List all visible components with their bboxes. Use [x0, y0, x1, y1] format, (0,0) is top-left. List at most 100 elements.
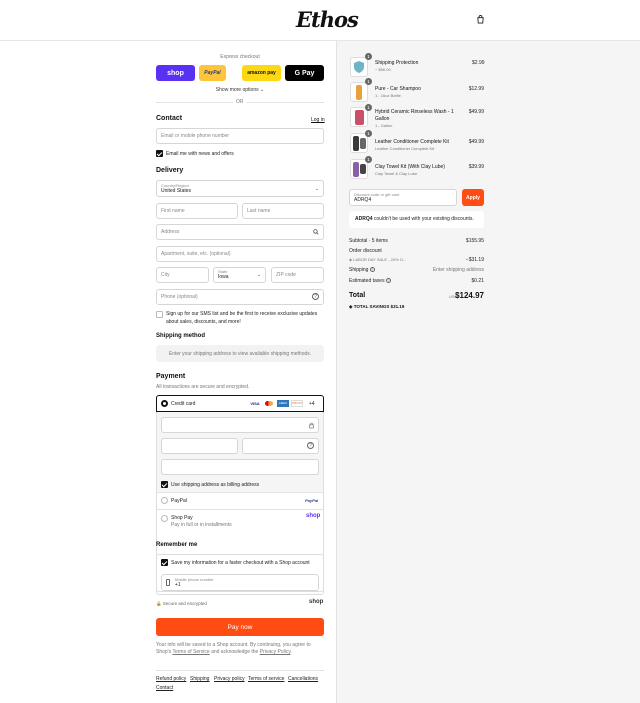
email-field[interactable]: Email or mobile phone number [156, 128, 324, 144]
taxes-label: Estimated taxes [349, 278, 385, 284]
shipping-row-label: Shipping ? [349, 267, 375, 273]
item-variant: 1 - 16oz Bottle [375, 93, 401, 98]
item-quantity-badge: 1 [365, 104, 372, 111]
billing-label: Use shipping address as billing address [171, 482, 260, 488]
apply-discount-button[interactable]: Apply [462, 189, 484, 206]
shop-pay-logo: shop [306, 513, 321, 519]
visa-icon: VISA [249, 400, 261, 407]
shopping-bag-icon[interactable] [476, 15, 485, 24]
total-value: $124.97 [455, 291, 484, 300]
chevron-down-icon: ⌄ [260, 87, 265, 93]
legal-end: . [290, 649, 292, 655]
credit-card-radio[interactable] [161, 400, 168, 407]
help-icon[interactable]: ? [385, 278, 391, 283]
show-more-options-link[interactable]: Show more options ⌄ [156, 87, 324, 93]
expiration-field[interactable] [161, 438, 238, 454]
country-value: United States [161, 188, 192, 194]
chevron-down-icon: ⌄ [314, 186, 319, 192]
total-label: Total [349, 292, 366, 299]
discount-name: LABOR DAY SALE - 20% O... [353, 257, 407, 262]
phone-field[interactable]: Phone (optional) ? [156, 289, 324, 305]
item-price: $39.99 [468, 164, 484, 170]
item-price: $49.99 [468, 139, 484, 145]
bottle-image [356, 84, 362, 100]
footer-terms[interactable]: Terms of service [248, 676, 284, 682]
help-icon[interactable]: ? [312, 293, 319, 300]
footer-shipping[interactable]: Shipping [190, 676, 209, 682]
country-select[interactable]: Country/Region United States ⌄ [156, 180, 324, 197]
news-label: Email me with news and offers [166, 151, 234, 157]
savings-label: TOTAL SAVINGS [353, 304, 390, 309]
shipping-label: Shipping [349, 267, 369, 273]
item-name: Shipping Protection [375, 60, 419, 66]
city-field[interactable]: City [156, 267, 209, 283]
item-variant: 1 - Gallon [375, 123, 393, 128]
terms-link[interactable]: Terms of Service [172, 649, 209, 655]
item-variant: ~ $56.00 [375, 67, 391, 72]
divider [157, 492, 323, 493]
car-shampoo-thumbnail [350, 82, 368, 102]
paypal-logo: PayPal [305, 498, 319, 503]
help-icon[interactable]: ? [369, 267, 375, 272]
subtotal-label: Subtotal · 5 items [349, 238, 388, 244]
discount-amount: −$31.19 [465, 257, 484, 263]
secure-note: 🔒 Secure and encrypted [156, 601, 207, 607]
legal-and: and acknowledge the [211, 649, 259, 655]
tag-icon: ◈ [349, 257, 353, 262]
paypal-radio[interactable] [161, 497, 168, 504]
order-discount-label: Order discount [349, 248, 382, 254]
item-quantity-badge: 1 [365, 53, 372, 60]
savings-value: $31.19 [390, 304, 405, 309]
zip-field[interactable]: ZIP code [271, 267, 324, 283]
save-info-checkbox[interactable] [161, 559, 168, 566]
first-name-field[interactable]: First name [156, 203, 238, 219]
footer-privacy-policy[interactable]: Privacy policy [214, 676, 245, 682]
login-link[interactable]: Log in [311, 117, 325, 123]
item-name: Clay Towel Kit (With Clay Lube) [375, 164, 445, 170]
amazon-pay-express-button[interactable]: amazon pay [242, 65, 281, 81]
privacy-link[interactable]: Privacy Policy [260, 649, 291, 655]
legal-text: Your info will be saved to a Shop accoun… [156, 642, 324, 656]
footer-cancellations[interactable]: Cancellations [288, 676, 318, 682]
header: Ethos [0, 0, 640, 41]
apartment-field[interactable]: Apartment, suite, etc. (optional) [156, 246, 324, 262]
card-number-field[interactable] [161, 417, 319, 433]
footer-refund-policy[interactable]: Refund policy [156, 676, 186, 682]
shop-pay-express-button[interactable]: shop [156, 65, 195, 81]
billing-checkbox[interactable] [161, 481, 168, 488]
shipping-value: Enter shipping address [432, 267, 484, 273]
google-pay-express-button[interactable]: G Pay [285, 65, 324, 81]
total-savings: ◈ TOTAL SAVINGS $31.19 [349, 304, 404, 310]
shop-pay-label: Shop Pay [171, 515, 193, 521]
show-more-options-label: Show more options [215, 87, 259, 93]
shop-pay-radio[interactable] [161, 515, 168, 522]
footer-contact[interactable]: Contact [156, 685, 173, 691]
remember-me-heading: Remember me [156, 542, 198, 548]
address-field[interactable]: Address [156, 224, 324, 240]
discount-code-field[interactable]: Discount code or gift card ADRQ4 [349, 189, 457, 206]
sms-checkbox[interactable] [156, 311, 163, 318]
pay-now-button[interactable]: Pay now [156, 618, 324, 636]
shop-logo: shop [309, 599, 324, 605]
paypal-label: PayPal [171, 498, 187, 504]
taxes-value: $0.21 [471, 278, 484, 284]
mobile-phone-field[interactable]: Mobile phone number +1 [161, 574, 319, 591]
payment-heading: Payment [156, 373, 186, 380]
paypal-express-button[interactable]: PayPal [199, 65, 226, 81]
shipping-method-placeholder: Enter your shipping address to view avai… [156, 345, 324, 362]
state-select[interactable]: State Iowa ⌄ [213, 267, 266, 283]
state-value: Iowa [218, 274, 229, 280]
item-name: Pure - Car Shampoo [375, 86, 421, 92]
or-separator: OR [233, 99, 247, 105]
item-name: Hybrid Ceramic Rinseless Wash - 1 Gallon [375, 109, 454, 122]
express-checkout-title: Express checkout [220, 54, 260, 60]
shipping-protection-thumbnail [350, 57, 368, 77]
news-checkbox[interactable] [156, 150, 163, 157]
last-name-field[interactable]: Last name [242, 203, 324, 219]
credit-card-label: Credit card [171, 401, 196, 407]
security-code-field[interactable]: ? [242, 438, 319, 454]
ethos-logo[interactable]: Ethos [296, 7, 359, 32]
name-on-card-field[interactable] [161, 459, 319, 475]
item-quantity-badge: 1 [365, 130, 372, 137]
help-icon[interactable]: ? [307, 442, 314, 449]
